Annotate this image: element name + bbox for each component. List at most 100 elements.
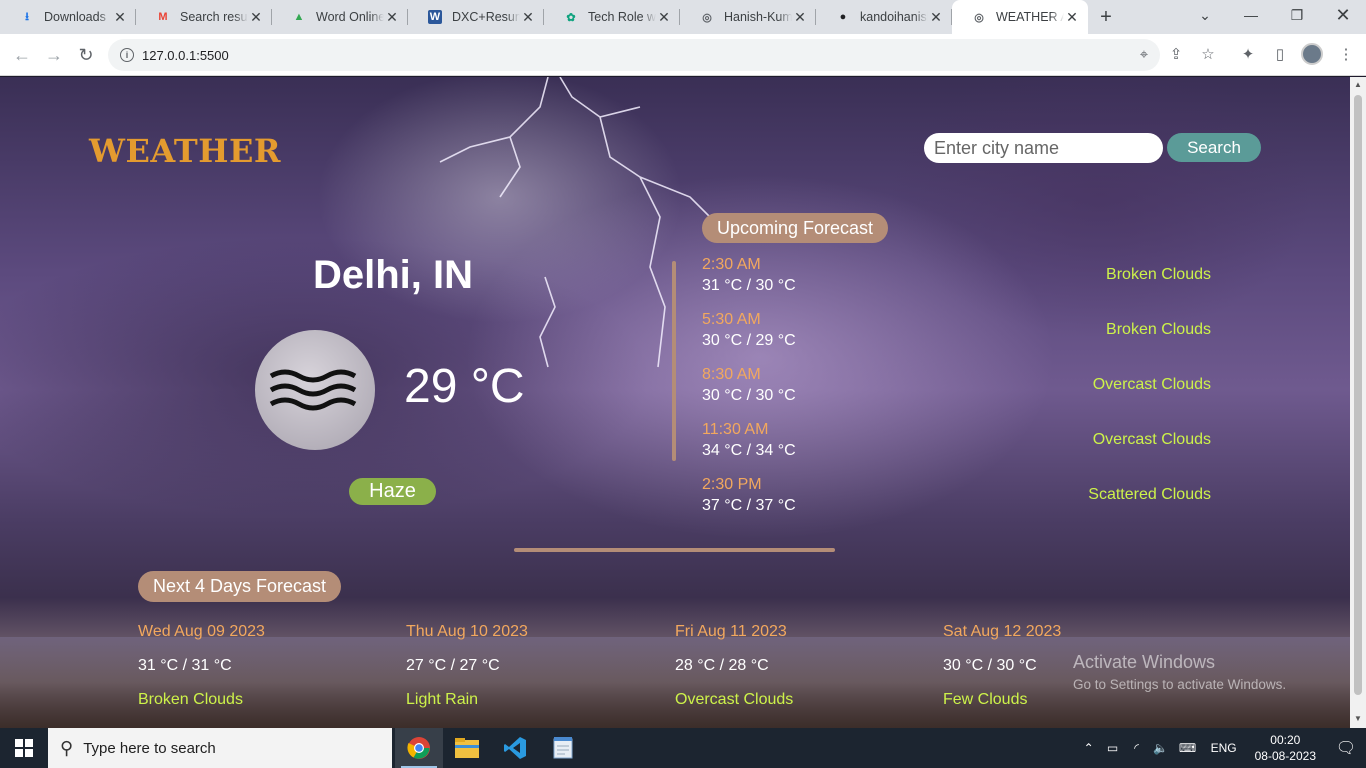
search-button[interactable]: Search [1167,133,1261,162]
weather-app-page: WEATHER Search Delhi, IN 29 °C Haze Upco… [0,77,1350,728]
city-name: Delhi, IN [313,253,474,297]
bookmark-star-icon[interactable]: ☆ [1196,42,1220,66]
url-text: 127.0.0.1:5500 [142,47,229,63]
scroll-up-icon[interactable]: ▲ [1354,81,1362,89]
close-icon[interactable]: ✕ [112,9,128,26]
tab-gmail[interactable]: M Search results✕ [136,0,272,34]
address-bar[interactable]: i 127.0.0.1:5500 [108,39,1160,71]
chrome-icon [407,737,430,759]
close-window-button[interactable]: ✕ [1320,0,1366,30]
system-tray: ⌃ ▭ ◜ 🔈 ⌨ ENG 00:20 08-08-2023 🗨 [1077,728,1366,768]
tab-title: DXC+Resume [452,10,520,24]
hourly-description: Overcast Clouds [1092,376,1211,393]
minimize-button[interactable]: — [1228,0,1274,30]
notepad-taskbar-icon[interactable] [539,728,587,768]
menu-icon[interactable]: ⋮ [1334,42,1358,66]
tab-chatgpt[interactable]: ✿ Tech Role with✕ [544,0,680,34]
hourly-forecast-item: 5:30 AM 30 °C / 29 °C Broken Clouds [702,311,1222,355]
chatgpt-icon: ✿ [566,11,576,24]
network-icon[interactable]: ◜ [1125,741,1149,755]
daily-date: Fri Aug 11 2023 [675,623,787,640]
hourly-forecast-item: 8:30 AM 30 °C / 30 °C Overcast Clouds [702,366,1222,410]
tab-title: Hanish-Kuma [724,10,792,24]
file-explorer-taskbar-icon[interactable] [443,728,491,768]
gmail-icon: M [158,11,168,23]
chrome-taskbar-icon[interactable] [395,728,443,768]
back-button[interactable]: ← [6,39,38,71]
language-indicator[interactable]: ENG [1211,741,1237,755]
tab-word-online[interactable]: ▲ Word Online ✕ [272,0,408,34]
new-tab-button[interactable]: + [1088,0,1124,34]
chevron-up-icon[interactable]: ⌃ [1077,741,1101,755]
notepad-icon [553,737,573,759]
daily-description: Overcast Clouds [675,691,794,708]
info-icon[interactable]: i [120,48,134,62]
avatar[interactable] [1300,42,1324,66]
hourly-description: Overcast Clouds [1092,431,1211,448]
hourly-time: 8:30 AM [702,366,761,383]
word-icon: W [428,10,442,24]
tab-title: Tech Role with [588,10,656,24]
extensions-icon[interactable]: ✦ [1236,42,1260,66]
location-icon[interactable]: ⌖ [1132,42,1156,66]
hourly-description: Broken Clouds [1106,321,1211,338]
forward-button[interactable]: → [38,39,70,71]
hourly-forecast-item: 11:30 AM 34 °C / 34 °C Overcast Clouds [702,421,1222,465]
upcoming-forecast-title: Upcoming Forecast [702,213,888,243]
close-icon[interactable]: ✕ [520,9,536,26]
daily-date: Thu Aug 10 2023 [406,623,528,640]
notification-icon[interactable]: 🗨 [1326,738,1366,758]
watermark-title: Activate Windows [1073,652,1216,672]
tab-title: Downloads [44,10,106,24]
taskbar-search-placeholder: Type here to search [83,739,216,757]
city-search-input[interactable] [924,133,1163,163]
app-logo: WEATHER [89,132,281,170]
activate-windows-watermark: Activate Windows Go to Settings to activ… [1073,652,1286,692]
hourly-forecast-item: 2:30 AM 31 °C / 30 °C Broken Clouds [702,256,1222,300]
hourly-temp-range: 30 °C / 29 °C [702,332,796,349]
next-days-forecast-title: Next 4 Days Forecast [138,571,341,602]
keyboard-icon[interactable]: ⌨ [1173,741,1203,755]
tab-resume[interactable]: W DXC+Resume✕ [408,0,544,34]
daily-temp-range: 28 °C / 28 °C [675,657,769,674]
tab-downloads[interactable]: ⭳ Downloads ✕ [0,0,136,34]
close-icon[interactable]: ✕ [792,9,808,26]
drive-icon: ▲ [293,11,305,23]
windows-start-button[interactable] [0,728,48,768]
close-icon[interactable]: ✕ [384,9,400,26]
close-icon[interactable]: ✕ [656,9,672,26]
side-panel-icon[interactable]: ▯ [1268,42,1292,66]
page-scrollbar[interactable]: ▲ ▼ [1350,77,1366,728]
hourly-description: Broken Clouds [1106,266,1211,283]
windows-taskbar: ⚲ Type here to search ⌃ ▭ ◜ 🔈 ⌨ ENG 00:2… [0,728,1366,768]
tab-search-icon[interactable]: ⌄ [1182,0,1228,30]
globe-icon: ◎ [702,11,712,24]
folder-icon [455,738,479,758]
maximize-button[interactable]: ❐ [1274,0,1320,30]
globe-icon: ◎ [974,11,984,24]
scroll-down-icon[interactable]: ▼ [1354,715,1362,723]
clock[interactable]: 00:20 08-08-2023 [1255,732,1316,764]
close-icon[interactable]: ✕ [248,9,264,26]
taskbar-search-box[interactable]: ⚲ Type here to search [48,728,392,768]
scroll-thumb[interactable] [1354,95,1362,695]
daily-date: Wed Aug 09 2023 [138,623,265,640]
tab-github[interactable]: ● kandoihanish ✕ [816,0,952,34]
volume-icon[interactable]: 🔈 [1149,741,1173,755]
vscode-taskbar-icon[interactable] [491,728,539,768]
windows-logo-icon [15,739,33,757]
close-icon[interactable]: ✕ [928,9,944,26]
reload-button[interactable]: ↻ [70,39,102,71]
tab-title: Search results [180,10,248,24]
hourly-time: 5:30 AM [702,311,761,328]
tab-weather-app[interactable]: ◎ WEATHER AP✕ [952,0,1088,34]
daily-temp-range: 31 °C / 31 °C [138,657,232,674]
share-icon[interactable]: ⇪ [1164,42,1188,66]
close-icon[interactable]: ✕ [1064,9,1080,26]
hourly-temp-range: 34 °C / 34 °C [702,442,796,459]
tab-hanish[interactable]: ◎ Hanish-Kuma✕ [680,0,816,34]
hourly-temp-range: 30 °C / 30 °C [702,387,796,404]
battery-icon[interactable]: ▭ [1101,741,1125,755]
daily-temp-range: 30 °C / 30 °C [943,657,1037,674]
browser-toolbar: ← → ↻ i 127.0.0.1:5500 ⌖ ⇪ ☆ ✦ ▯ ⋮ [0,34,1366,76]
